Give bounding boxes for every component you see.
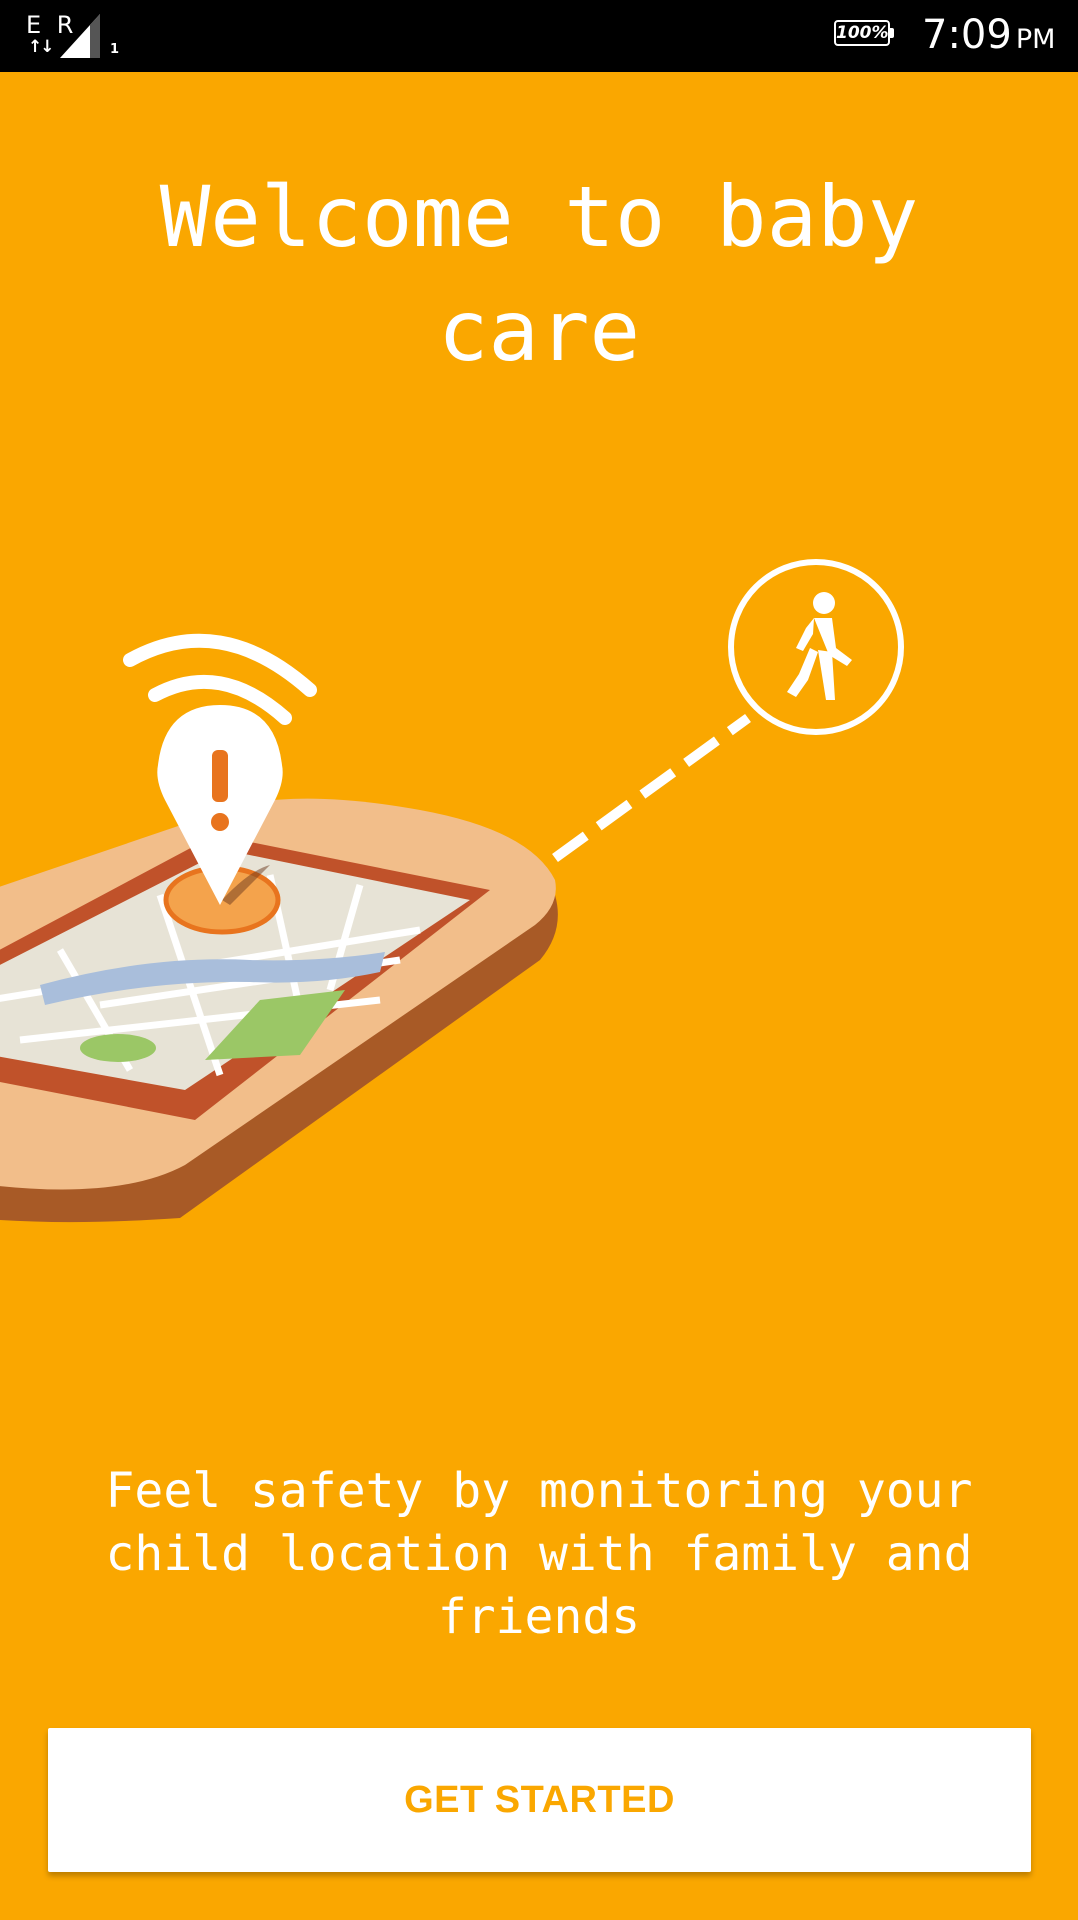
clock-time: 7:09 [922,12,1012,58]
data-activity-icon: ↑↓ [28,37,54,57]
welcome-title: Welcome to baby care [159,168,919,380]
clock: 7:09 PM [922,12,1055,58]
battery-tip [890,28,894,38]
clock-ampm: PM [1015,24,1056,55]
sim-slot-label: 1 [110,42,120,57]
get-started-button[interactable]: GET STARTED [48,1728,1031,1872]
status-bar: E R ↑↓ 1 100% 7:09 PM [0,0,1078,72]
battery-icon: 100% [834,20,894,50]
walking-person-icon [787,592,852,700]
network-indicator: E R ↑↓ 1 [26,12,126,62]
signal-strength-icon [60,14,100,58]
battery-level: 100% [834,20,890,46]
welcome-tagline: Feel safety by monitoring your child loc… [105,1463,973,1645]
phone-map-location-illustration [0,559,904,1223]
